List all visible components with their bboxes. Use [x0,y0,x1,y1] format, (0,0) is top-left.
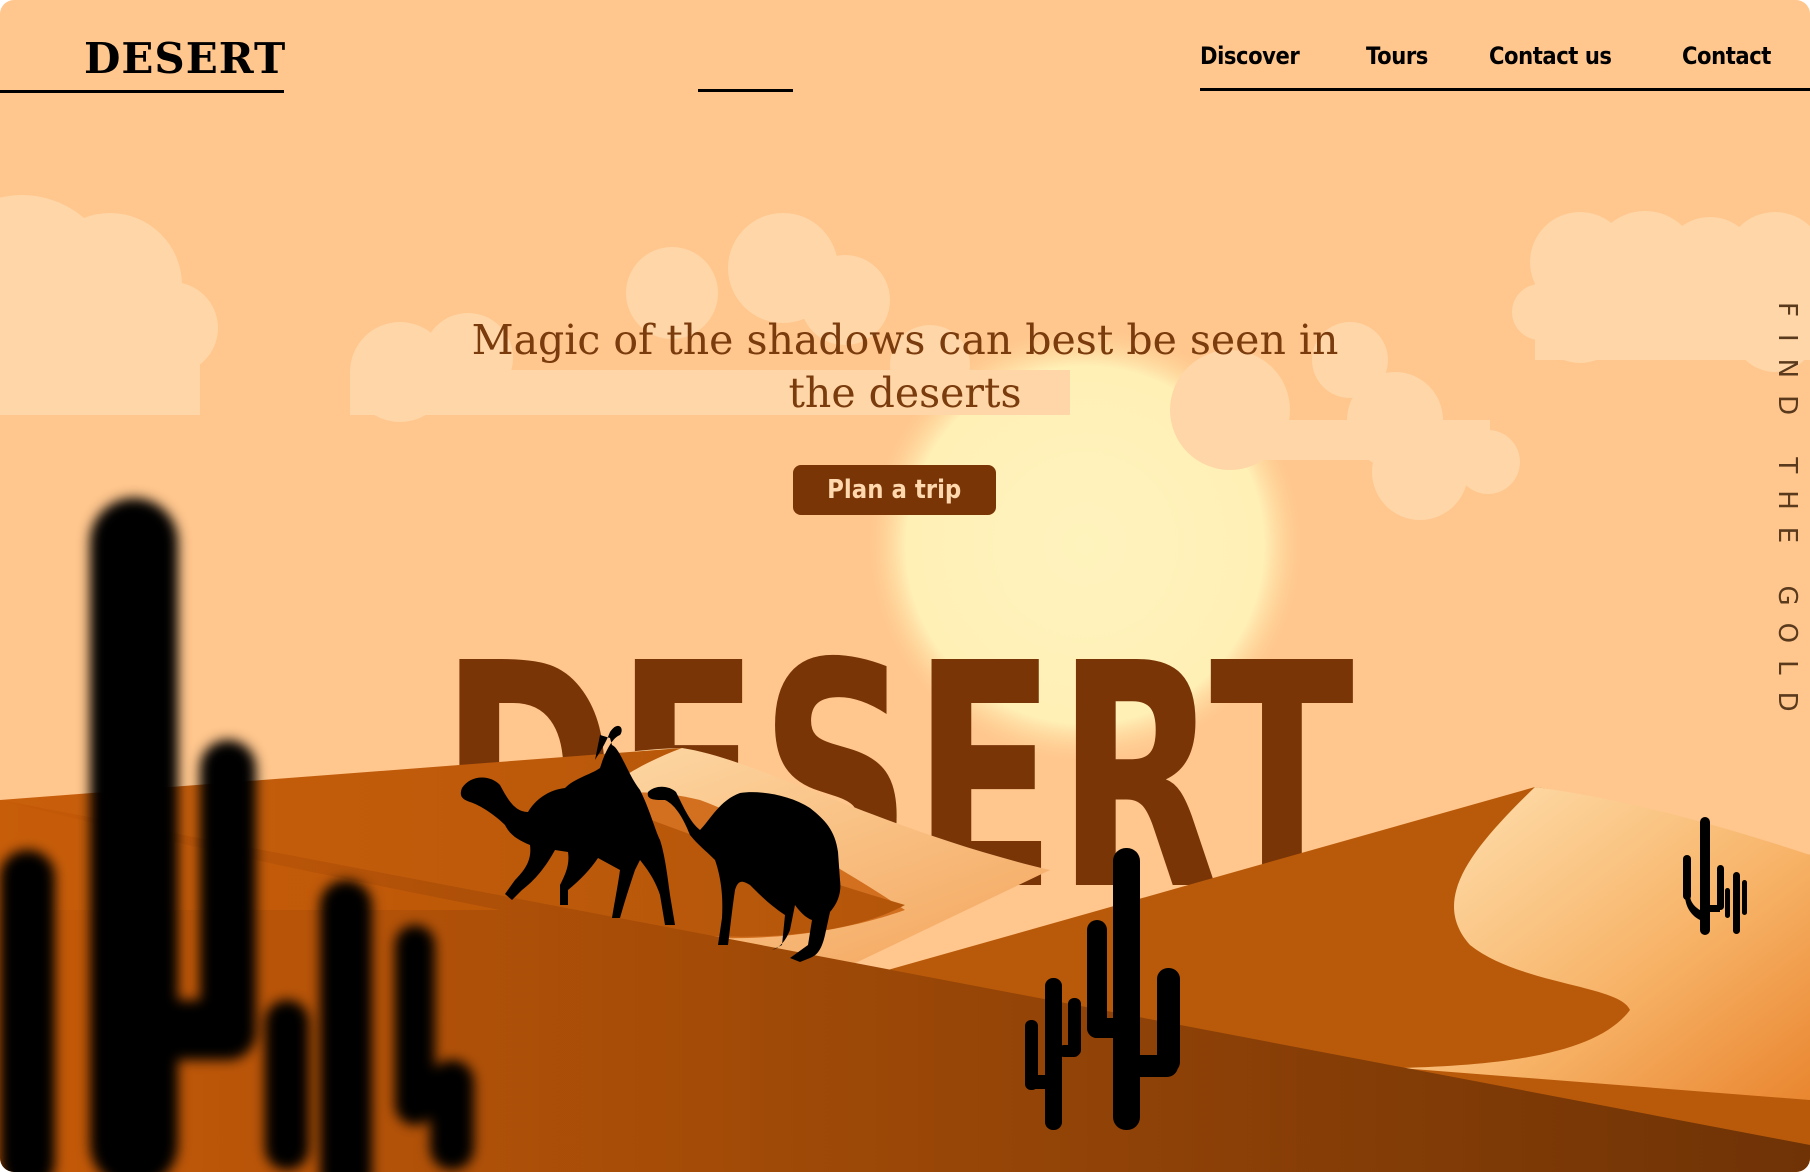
nav-contact[interactable]: Contact [1682,42,1771,70]
brand-logo[interactable]: DESERT [84,34,286,83]
landing-page: DESERT DESERT Discover Tours Contact us … [0,0,1810,1172]
divider-line [698,89,793,92]
side-vertical-text: FIND THE GOLD [1772,302,1802,729]
cloud-icon [0,195,218,415]
nav-discover[interactable]: Discover [1200,42,1300,70]
plan-trip-button[interactable]: Plan a trip [793,465,996,515]
hero-tagline: Magic of the shadows can best be seen in… [471,316,1339,417]
top-nav: Discover Tours Contact us Contact [1200,42,1783,70]
plan-trip-label: Plan a trip [827,475,962,505]
logo-underline [0,90,284,93]
nav-contact-us[interactable]: Contact us [1489,42,1612,70]
cloud-icon [1512,211,1810,372]
nav-underline [1200,88,1810,91]
hero-scene: DESERT [0,195,1810,1172]
nav-tours[interactable]: Tours [1366,42,1428,70]
